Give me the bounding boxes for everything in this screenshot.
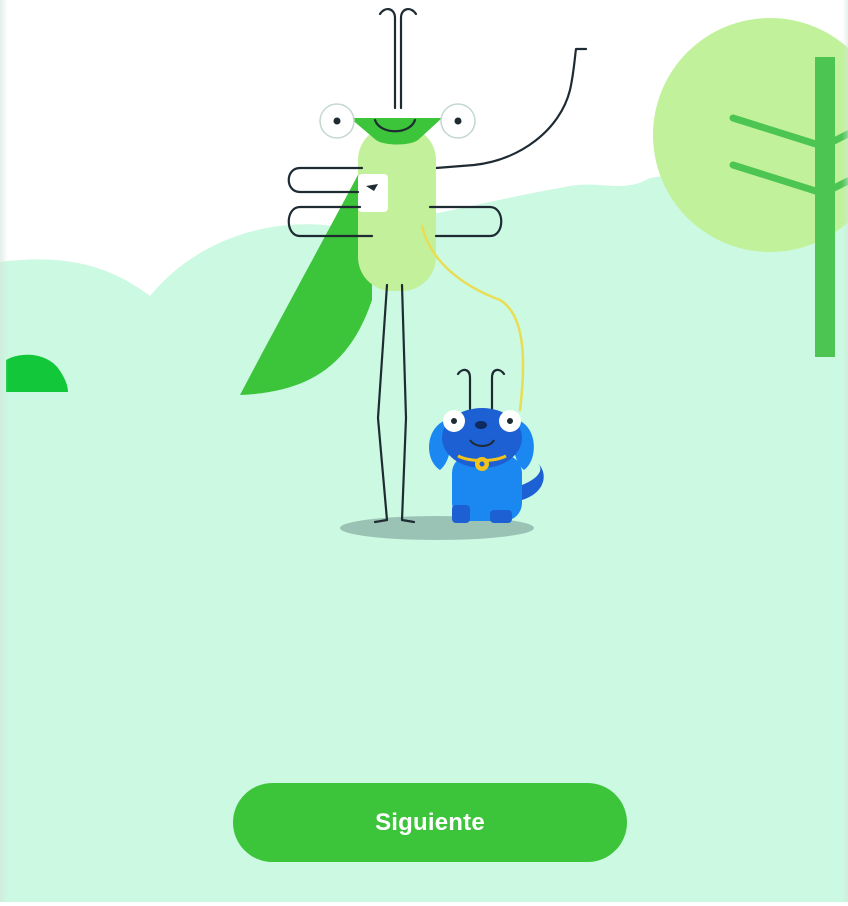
onboarding-illustration <box>0 8 848 906</box>
screen-edge-right <box>842 0 848 906</box>
screen-edge-left <box>0 0 8 906</box>
onboarding-screen: Siguiente <box>0 0 848 906</box>
bottom-strip <box>0 902 848 906</box>
next-button[interactable]: Siguiente <box>233 783 627 862</box>
